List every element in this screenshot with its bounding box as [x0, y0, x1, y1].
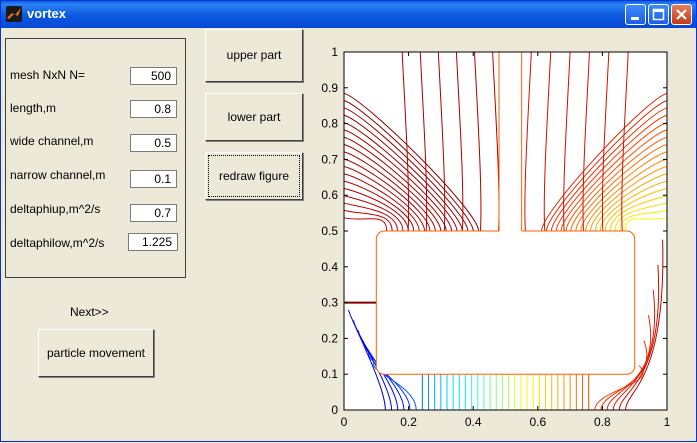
y-tick-label: 0.9 — [321, 81, 338, 95]
x-tick-label: 0.8 — [594, 415, 611, 429]
x-tick-label: 1 — [664, 415, 671, 429]
x-tick-label: 0.2 — [400, 415, 417, 429]
slot-mask — [499, 52, 522, 233]
y-tick-label: 0.8 — [321, 117, 338, 131]
x-tick-label: 0 — [341, 415, 348, 429]
contour-plot[interactable]: 0 0.2 0.4 0.6 0.8 1 0 0.1 0.2 0.3 0.4 0.5 0.6 0.7 0.8… — [1, 1, 697, 443]
y-tick-label: 1 — [331, 45, 338, 59]
y-tick-label: 0.2 — [321, 331, 338, 345]
matlab-figure-window: vortex mesh NxN N= 500 length,m 0.8 wide… — [0, 0, 697, 442]
y-tick-label: 0.6 — [321, 188, 338, 202]
y-tick-label: 0 — [331, 403, 338, 417]
y-tick-label: 0.7 — [321, 152, 338, 166]
y-tick-label: 0.5 — [321, 224, 338, 238]
x-tick-label: 0.6 — [529, 415, 546, 429]
x-tick-label: 0.4 — [465, 415, 482, 429]
y-tick-label: 0.3 — [321, 296, 338, 310]
y-tick-label: 0.4 — [321, 260, 338, 274]
y-tick-label: 0.1 — [321, 367, 338, 381]
obstacle-body — [375, 230, 636, 375]
